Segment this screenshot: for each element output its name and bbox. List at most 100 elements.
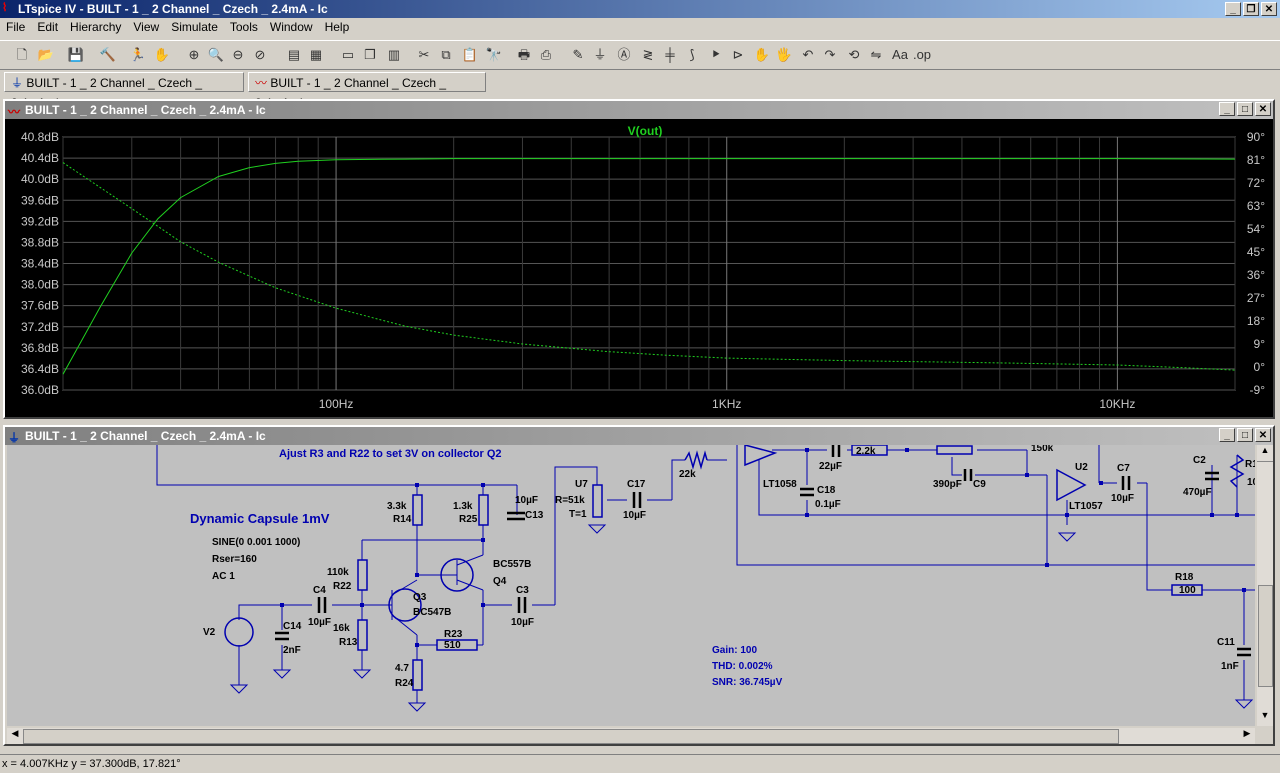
source-param-rser[interactable]: Rser=160 — [212, 554, 257, 565]
label-c2-val[interactable]: 470µF — [1183, 487, 1212, 498]
move-icon[interactable]: ✋ — [752, 45, 772, 65]
label-r18-val[interactable]: 100 — [1179, 585, 1196, 596]
resistor-r22[interactable] — [357, 559, 368, 591]
label-c3-val[interactable]: 10µF — [511, 617, 534, 628]
potentiometer[interactable] — [936, 445, 973, 455]
scroll-right-arrow-icon[interactable]: ▶ — [1239, 728, 1255, 744]
zoom-out-icon[interactable]: ⊖ — [228, 45, 248, 65]
scroll-down-arrow-icon[interactable]: ▼ — [1257, 710, 1273, 726]
result-gain[interactable]: Gain: 100 — [712, 645, 757, 656]
minimize-button[interactable]: _ — [1225, 2, 1241, 16]
minimize-button[interactable]: _ — [1219, 428, 1235, 442]
print-preview-icon[interactable]: 🖶 — [514, 45, 534, 65]
label-r-150k[interactable]: 150k — [1031, 445, 1054, 454]
phase-trace[interactable] — [62, 162, 1236, 371]
spice-directive-icon[interactable]: .op — [912, 45, 932, 65]
label-q3-part[interactable]: BC547B — [413, 607, 451, 618]
menu-hierarchy[interactable]: Hierarchy — [64, 18, 127, 38]
schematic-comment[interactable]: Ajust R3 and R22 to set 3V on collector … — [279, 448, 502, 460]
label-c13-val[interactable]: 10µF — [515, 495, 538, 506]
label-c9-val[interactable]: 390pF — [933, 479, 962, 490]
label-c9[interactable]: C9 — [973, 479, 986, 490]
label-u7[interactable]: U7 — [575, 479, 588, 490]
label-r13-val[interactable]: 16k — [333, 623, 350, 634]
label-r23-val[interactable]: 510 — [444, 640, 461, 651]
drag-icon[interactable]: 🖐 — [774, 45, 794, 65]
schematic-canvas[interactable]: Ajust R3 and R22 to set 3V on collector … — [7, 445, 1255, 726]
schematic-svg[interactable]: Ajust R3 and R22 to set 3V on collector … — [7, 445, 1255, 726]
rotate-icon[interactable]: ⟲ — [844, 45, 864, 65]
label-r14[interactable]: R14 — [393, 514, 412, 525]
control-panel-icon[interactable]: 🔨 — [98, 45, 118, 65]
opamp-u2[interactable] — [1056, 468, 1087, 502]
label-c2[interactable]: C2 — [1193, 455, 1206, 466]
label-r1[interactable]: R1 — [1245, 459, 1255, 470]
close-button[interactable]: ✕ — [1261, 2, 1277, 16]
label-u7-r[interactable]: R=51k — [555, 495, 585, 506]
scroll-up-arrow-icon[interactable]: ▲ — [1257, 445, 1273, 462]
inductor-icon[interactable]: ⟆ — [682, 45, 702, 65]
voltage-source-v2[interactable] — [224, 617, 254, 647]
find-icon[interactable]: 🔭 — [484, 45, 504, 65]
result-snr[interactable]: SNR: 36.745µV — [712, 677, 783, 688]
resistor-r24[interactable] — [412, 659, 423, 691]
label-c17[interactable]: C17 — [627, 479, 646, 490]
label-c3[interactable]: C3 — [516, 585, 529, 596]
label-u2-part[interactable]: LT1057 — [1069, 501, 1103, 512]
zoom-area-icon[interactable]: 🔍 — [206, 45, 226, 65]
label-q4[interactable]: Q4 — [493, 576, 507, 587]
run-icon[interactable]: 🏃 — [128, 45, 148, 65]
menu-simulate[interactable]: Simulate — [165, 18, 224, 38]
resistor-icon[interactable]: ≷ — [638, 45, 658, 65]
magnitude-trace[interactable] — [62, 158, 1236, 375]
horizontal-scrollbar[interactable]: ◀ ▶ — [7, 728, 1255, 744]
open-folder-icon[interactable]: 📂 — [36, 45, 56, 65]
label-c18-val[interactable]: 0.1µF — [815, 499, 841, 510]
label-r25[interactable]: R25 — [459, 514, 478, 525]
result-thd[interactable]: THD: 0.002% — [712, 661, 773, 672]
menu-window[interactable]: Window — [264, 18, 319, 38]
print-icon[interactable]: ⎙ — [536, 45, 556, 65]
ground-icon[interactable]: ⏚ — [590, 45, 610, 65]
autorange-icon[interactable]: ▤ — [284, 45, 304, 65]
label-lt1058[interactable]: LT1058 — [763, 479, 797, 490]
label-r1-val[interactable]: 10 — [1247, 477, 1255, 488]
maximize-button[interactable]: □ — [1237, 102, 1253, 116]
label-c14-val[interactable]: 2nF — [283, 645, 301, 656]
wire-icon[interactable]: ✎ — [568, 45, 588, 65]
plot-svg[interactable]: 40.8dB 40.4dB 40.0dB 39.6dB 39.2dB 38.8dB 38.4… — [5, 119, 1273, 417]
zoom-in-icon[interactable]: ⊕ — [184, 45, 204, 65]
close-button[interactable]: ✕ — [1255, 428, 1271, 442]
tab-schematic[interactable]: ⏚ BUILT - 1 _ 2 Channel _ Czech _ 2.4mA … — [4, 72, 244, 110]
tile-horizontal-icon[interactable]: ▭ — [338, 45, 358, 65]
label-r22-val[interactable]: 110k — [327, 567, 349, 578]
resistor-r25[interactable] — [478, 494, 489, 526]
label-c4-val[interactable]: 10µF — [308, 617, 331, 628]
zoom-fit-icon[interactable]: ⊘ — [250, 45, 270, 65]
label-v2[interactable]: V2 — [203, 627, 216, 638]
restore-button[interactable]: ❐ — [1243, 2, 1259, 16]
resistor-r13[interactable] — [357, 619, 368, 651]
label-r-2-2k[interactable]: 2.2k — [856, 446, 876, 457]
label-c11-val[interactable]: 1nF — [1221, 661, 1239, 672]
vertical-scrollbar[interactable]: ▲ ▼ — [1257, 445, 1273, 726]
capacitor-icon[interactable]: ╪ — [660, 45, 680, 65]
label-r25-val[interactable]: 1.3k — [453, 501, 473, 512]
copy-icon[interactable]: ⧉ — [436, 45, 456, 65]
label-c7-val[interactable]: 10µF — [1111, 493, 1134, 504]
cut-icon[interactable]: ✂ — [414, 45, 434, 65]
label-c14[interactable]: C14 — [283, 621, 302, 632]
label-c18[interactable]: C18 — [817, 485, 836, 496]
tile-vertical-icon[interactable]: ▥ — [384, 45, 404, 65]
resistor-22k[interactable] — [684, 450, 708, 470]
source-param-ac[interactable]: AC 1 — [212, 571, 235, 582]
component-icon[interactable]: ⊳ — [728, 45, 748, 65]
opamp-lt1058[interactable] — [744, 445, 778, 467]
minimize-button[interactable]: _ — [1219, 102, 1235, 116]
source-param-sine[interactable]: SINE(0 0.001 1000) — [212, 537, 300, 548]
menu-edit[interactable]: Edit — [31, 18, 64, 38]
save-icon[interactable]: 💾 — [66, 45, 86, 65]
grid-icon[interactable]: ▦ — [306, 45, 326, 65]
menu-view[interactable]: View — [127, 18, 165, 38]
resistor-r14[interactable] — [412, 494, 423, 526]
